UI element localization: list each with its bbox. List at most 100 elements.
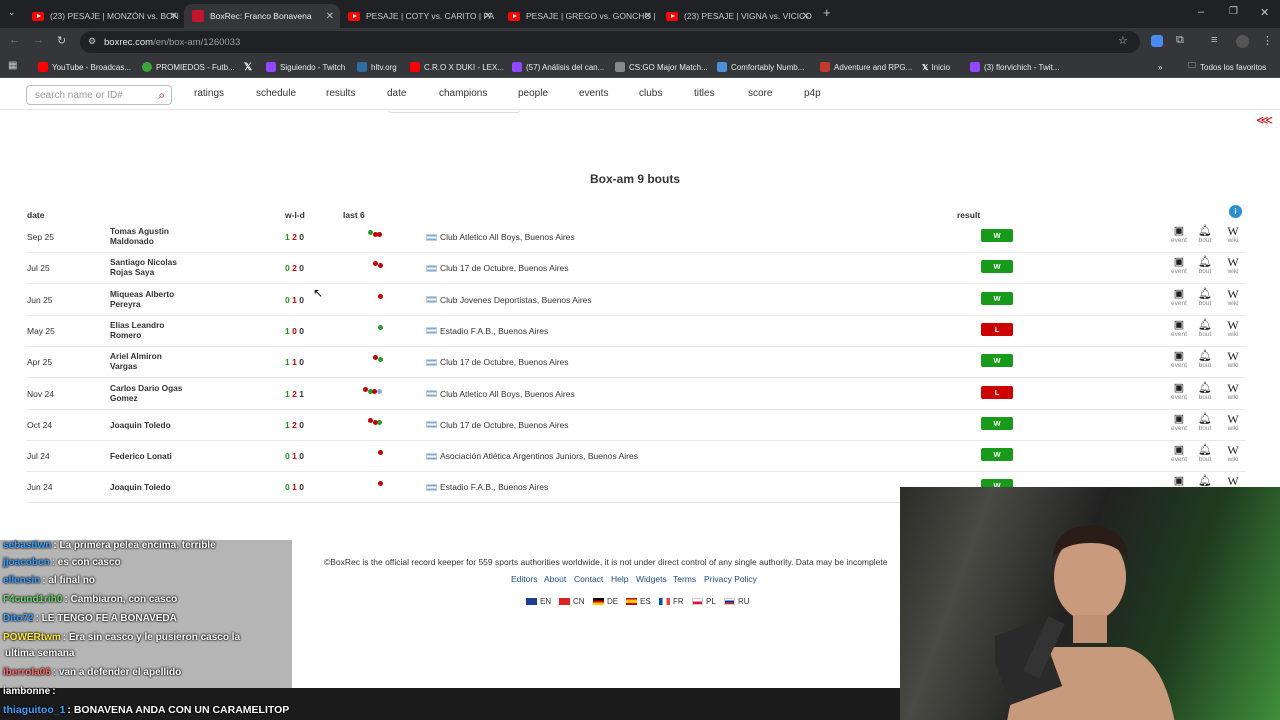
bout-icon[interactable]: 🔔︎bout [1195, 444, 1215, 464]
venue[interactable]: Estadio F.A.B., Buenos Aires [426, 326, 548, 336]
wiki-icon[interactable]: Wwiki [1223, 288, 1243, 308]
footer-link-help[interactable]: Help [611, 574, 628, 584]
bookmark-6[interactable]: (57) Análisis del can... [512, 60, 604, 74]
chat-username[interactable]: F4cund1rih0 [3, 594, 62, 605]
venue[interactable]: Club Jovenes Deportistas, Buenos Aires [426, 295, 592, 305]
reload-icon[interactable]: ↻ [57, 34, 66, 47]
search-icon[interactable]: ⌕ [158, 88, 165, 103]
chat-username[interactable]: thiaguitoo_1 [3, 704, 65, 716]
forward-icon[interactable]: → [33, 34, 44, 46]
footer-link-contact[interactable]: Contact [574, 574, 603, 584]
bookmark-x[interactable]: 𝕏 [244, 60, 252, 74]
chat-username[interactable]: jjoacobcn [3, 557, 50, 568]
nav-people[interactable]: people [518, 88, 548, 99]
info-icon[interactable]: i [1229, 205, 1242, 218]
close-tab-icon[interactable]: ✕ [644, 11, 652, 22]
nav-champions[interactable]: champions [439, 88, 487, 99]
wiki-icon[interactable]: Wwiki [1223, 413, 1243, 433]
opponent-link[interactable]: Elias Leandro Romero [110, 320, 230, 340]
footer-link-widgets[interactable]: Widgets [636, 574, 667, 584]
event-icon[interactable]: ▣event [1169, 319, 1189, 339]
opponent-link[interactable]: Carlos Dario Ogas Gomez [110, 383, 230, 403]
lang-fr[interactable]: FR [659, 597, 684, 606]
extension-icon[interactable] [1151, 35, 1163, 47]
event-icon[interactable]: ▣event [1169, 413, 1189, 433]
venue[interactable]: Club 17 de Octubre, Buenos Aires [426, 357, 569, 367]
lang-ru[interactable]: RU [724, 597, 750, 606]
header-date[interactable]: date [27, 210, 44, 220]
search-input[interactable]: search name or ID# ⌕ [26, 85, 172, 105]
lang-es[interactable]: ES [626, 597, 651, 606]
bookmark-10[interactable]: 𝕏 Inicio [922, 60, 950, 74]
url-field[interactable]: ⚙ boxrec.com/en/box-am/1260033 ☆ [80, 31, 1140, 53]
bookmark-7[interactable]: CS:GO Major Match... [615, 60, 708, 74]
chat-username[interactable]: iberrola06 [3, 667, 51, 678]
bookmark-1[interactable]: YouTube - Broadcas... [38, 60, 131, 74]
close-tab-icon[interactable]: ✕ [802, 11, 810, 22]
bout-icon[interactable]: 🔔︎bout [1195, 288, 1215, 308]
bookmark-8[interactable]: Comfortably Numb... [717, 60, 804, 74]
nav-titles[interactable]: titles [694, 88, 715, 99]
nav-schedule[interactable]: schedule [256, 88, 296, 99]
wiki-icon[interactable]: Wwiki [1223, 350, 1243, 370]
share-icon[interactable]: ⋘ [1256, 113, 1273, 127]
tab-4[interactable]: PESAJE | GREGO vs. GONCHO | ✕ [500, 4, 658, 28]
wiki-icon[interactable]: Wwiki [1223, 225, 1243, 245]
nav-score[interactable]: score [748, 88, 772, 99]
event-icon[interactable]: ▣event [1169, 444, 1189, 464]
venue[interactable]: Club 17 de Octubre, Buenos Aires [426, 420, 569, 430]
venue[interactable]: Club Atletico All Boys, Buenos Aires [426, 389, 575, 399]
lang-en[interactable]: EN [526, 597, 551, 606]
wiki-icon[interactable]: Wwiki [1223, 444, 1243, 464]
nav-ratings[interactable]: ratings [194, 88, 224, 99]
event-icon[interactable]: ▣event [1169, 350, 1189, 370]
footer-link-terms[interactable]: Terms [673, 574, 696, 584]
opponent-link[interactable]: Federico Lonati [110, 451, 230, 461]
nav-p4p[interactable]: p4p [804, 88, 821, 99]
close-tab-icon[interactable]: ✕ [170, 11, 178, 22]
bout-icon[interactable]: 🔔︎bout [1195, 413, 1215, 433]
bookmark-star-icon[interactable]: ☆ [1118, 34, 1128, 47]
tab-2[interactable]: BoxRec: Franco Bonavena ✕ [184, 4, 340, 28]
wiki-icon[interactable]: Wwiki [1223, 319, 1243, 339]
bout-icon[interactable]: 🔔︎bout [1195, 382, 1215, 402]
tab-search-icon[interactable]: ⌄ [8, 7, 16, 18]
footer-link-editors[interactable]: Editors [511, 574, 537, 584]
chat-username[interactable]: sebastiwn [3, 540, 51, 551]
nav-date[interactable]: date [387, 88, 406, 99]
close-tab-icon[interactable]: ✕ [326, 11, 334, 22]
lang-pl[interactable]: PL [692, 597, 716, 606]
venue[interactable]: Estadio F.A.B., Buenos Aires [426, 482, 548, 492]
lang-cn[interactable]: CN [559, 597, 585, 606]
site-info-icon[interactable]: ⚙ [88, 36, 96, 47]
menu-icon[interactable]: ⋮ [1262, 34, 1273, 47]
bookmark-5[interactable]: C.R.O X DUKI - LEX... [410, 60, 504, 74]
opponent-link[interactable]: Tomas Agustin Maldonado [110, 226, 230, 246]
restore-icon[interactable]: ❐ [1229, 6, 1238, 17]
opponent-link[interactable]: Joaquin Toledo [110, 482, 230, 492]
event-icon[interactable]: ▣event [1169, 256, 1189, 276]
event-icon[interactable]: ▣event [1169, 225, 1189, 245]
event-icon[interactable]: ▣event [1169, 288, 1189, 308]
bout-icon[interactable]: 🔔︎bout [1195, 350, 1215, 370]
back-icon[interactable]: ← [9, 34, 20, 46]
venue[interactable]: Club Atletico All Boys, Buenos Aires [426, 232, 575, 242]
venue[interactable]: Asociación Atlética Argentinos Juniors, … [426, 451, 638, 461]
extensions-puzzle-icon[interactable]: ⧉ [1176, 34, 1184, 47]
nav-events[interactable]: events [579, 88, 608, 99]
venue[interactable]: Club 17 de Octubre, Buenos Aires [426, 263, 569, 273]
profile-avatar-icon[interactable] [1236, 35, 1249, 48]
new-tab-icon[interactable]: + [823, 5, 831, 20]
event-icon[interactable]: ▣event [1169, 382, 1189, 402]
tab-3[interactable]: PESAJE | COTY vs. CARITO | PA ✕ [340, 4, 498, 28]
bout-icon[interactable]: 🔔︎bout [1195, 256, 1215, 276]
chat-username[interactable]: ellensin [3, 575, 40, 586]
footer-link-privacy[interactable]: Privacy Policy [704, 574, 757, 584]
chat-username[interactable]: iambonne [3, 686, 50, 697]
opponent-link[interactable]: Miqueas Alberto Pereyra [110, 289, 230, 309]
tab-5[interactable]: (23) PESAJE | VIGNA vs. VICICO ✕ [658, 4, 816, 28]
tab-1[interactable]: (23) PESAJE | MONZÓN vs. BON ✕ [24, 4, 184, 28]
wiki-icon[interactable]: Wwiki [1223, 256, 1243, 276]
bookmark-3[interactable]: Siguiendo - Twitch [266, 60, 345, 74]
bout-icon[interactable]: 🔔︎bout [1195, 319, 1215, 339]
